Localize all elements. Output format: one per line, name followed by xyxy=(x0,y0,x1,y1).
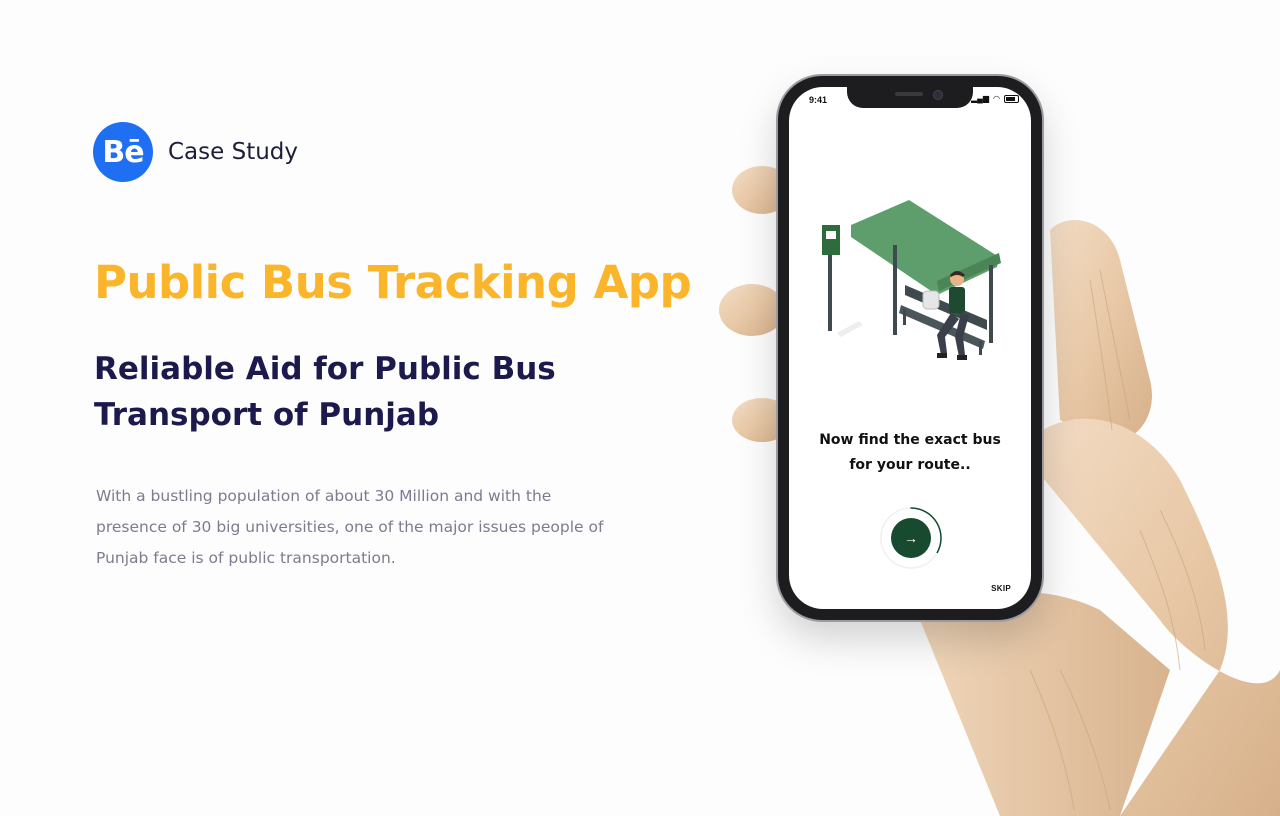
subtitle-line-2: Transport of Punjab xyxy=(94,397,440,433)
onboarding-line-1: Now find the exact bus xyxy=(819,432,1001,448)
wrist xyxy=(920,591,1170,816)
phone-screen: 9:41 ▂▄▆ ◠ Now find the exact bus for yo… xyxy=(789,87,1031,609)
bus-stop-illustration xyxy=(822,200,1001,360)
brand-label: Case Study xyxy=(168,139,299,165)
battery-icon xyxy=(1004,95,1019,103)
bench-leg xyxy=(979,341,982,355)
onboarding-message: Now find the exact bus for your route.. xyxy=(789,428,1031,478)
person-shirt xyxy=(949,287,965,313)
person-shoe xyxy=(937,353,947,358)
shelter-roof xyxy=(851,200,999,295)
behance-logo-icon: Bē xyxy=(93,122,153,182)
finger-mid-left xyxy=(719,284,785,336)
front-camera-icon xyxy=(933,90,943,100)
behance-brand: Bē Case Study xyxy=(93,122,298,182)
phone-mockup: 9:41 ▂▄▆ ◠ Now find the exact bus for yo… xyxy=(778,76,1042,620)
signal-icon: ▂▄▆ xyxy=(971,94,990,103)
shelter-post-left xyxy=(893,245,897,335)
bus-sign-icon xyxy=(826,231,836,239)
page-title: Public Bus Tracking App xyxy=(94,256,692,309)
onboarding-line-2: for your route.. xyxy=(849,457,971,473)
next-button-wrapper: → xyxy=(878,505,944,571)
next-button[interactable]: → xyxy=(891,518,931,558)
wifi-icon: ◠ xyxy=(993,94,1000,103)
description-text: With a bustling population of about 30 M… xyxy=(96,487,604,567)
bench-leg xyxy=(903,309,906,325)
skip-button[interactable]: SKIP xyxy=(991,584,1011,593)
subtitle-line-1: Reliable Aid for Public Bus xyxy=(94,351,556,387)
ground-shadow xyxy=(837,321,863,337)
person-shoe xyxy=(957,355,967,360)
page-subtitle: Reliable Aid for Public Bus Transport of… xyxy=(94,346,654,438)
status-icons: ▂▄▆ ◠ xyxy=(971,95,1019,103)
status-time: 9:41 xyxy=(809,95,828,105)
phone-notch xyxy=(847,87,973,108)
shelter-post-right xyxy=(989,265,993,343)
thumb xyxy=(1050,220,1152,442)
bus-sign xyxy=(822,225,840,255)
bag-icon xyxy=(922,290,940,310)
speaker-grille xyxy=(895,92,923,96)
arrow-right-icon: → xyxy=(904,530,918,546)
